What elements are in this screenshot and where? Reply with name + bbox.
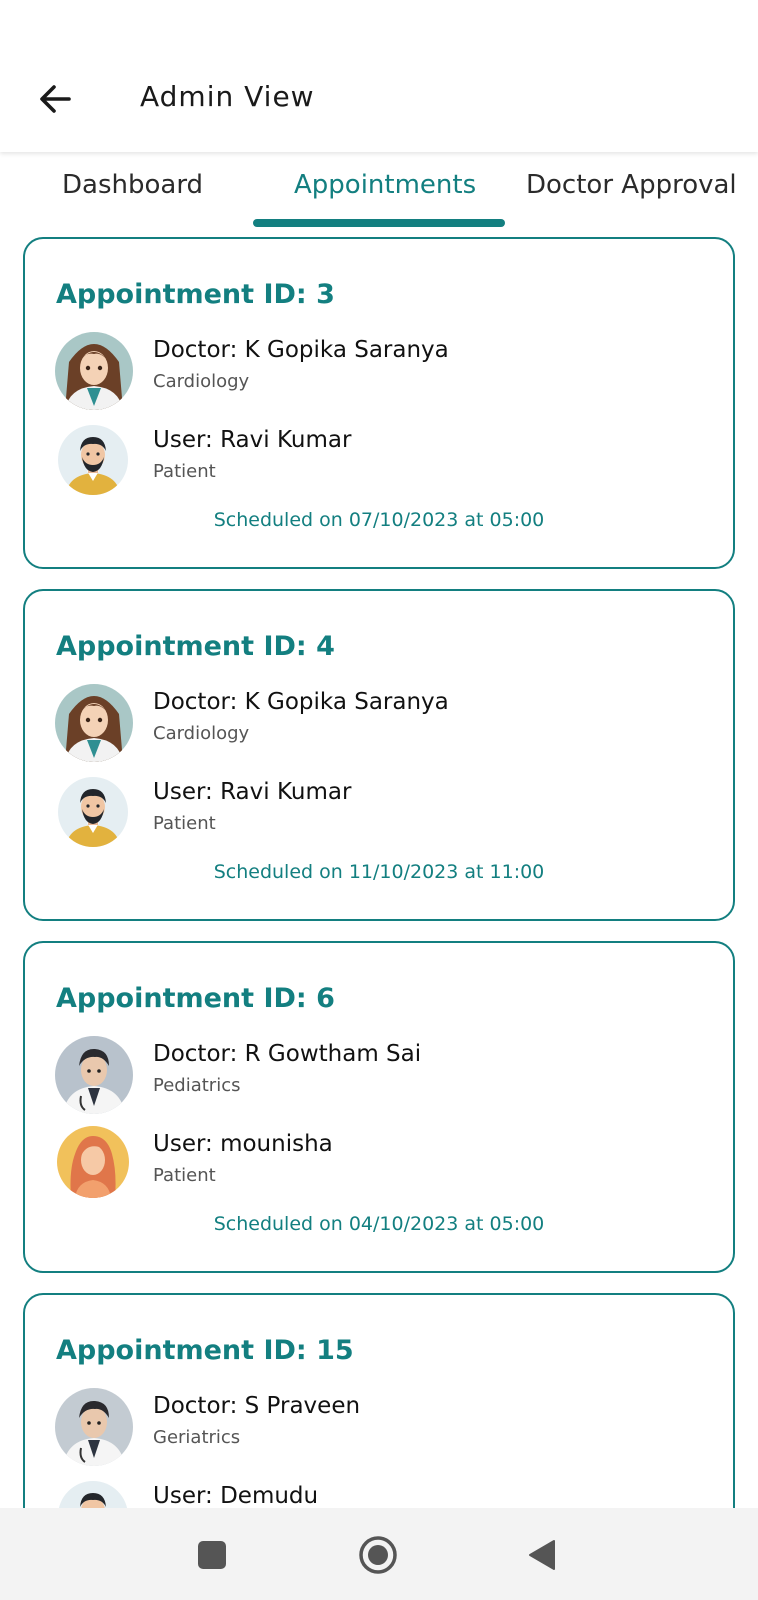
- appointment-card[interactable]: Appointment ID: 15 Doctor: S Praveen Ger…: [23, 1293, 735, 1508]
- user-role: Patient: [153, 1165, 216, 1186]
- triangle-back-icon: [529, 1540, 555, 1570]
- doctor-specialty: Cardiology: [153, 371, 250, 392]
- schedule-text: Scheduled on 04/10/2023 at 05:00: [213, 1213, 545, 1235]
- doctor-avatar: [55, 1388, 133, 1466]
- user-avatar: [57, 1126, 129, 1198]
- user-name: User: Ravi Kumar: [153, 779, 352, 805]
- schedule-text: Scheduled on 11/10/2023 at 11:00: [213, 861, 545, 883]
- appointment-card[interactable]: Appointment ID: 4 Doctor: K Gopika Saran…: [23, 589, 735, 921]
- doctor-name: Doctor: S Praveen: [153, 1393, 361, 1419]
- tab-appointments[interactable]: Appointments: [294, 170, 476, 200]
- doctor-avatar: [55, 684, 133, 762]
- appointment-card[interactable]: Appointment ID: 6 Doctor: R Gowtham Sai …: [23, 941, 735, 1273]
- user-name: User: Ravi Kumar: [153, 427, 352, 453]
- doctor-avatar: [55, 1036, 133, 1114]
- back-nav-button[interactable]: [515, 1528, 569, 1582]
- page-title: Admin View: [140, 80, 315, 113]
- tab-dashboard[interactable]: Dashboard: [62, 170, 203, 200]
- home-button[interactable]: [351, 1528, 405, 1582]
- user-name: User: mounisha: [153, 1131, 333, 1157]
- user-avatar: [58, 1481, 128, 1508]
- home-circle-icon: [359, 1536, 397, 1574]
- user-name: User: Demudu: [153, 1483, 319, 1508]
- appointment-id: Appointment ID: 4: [56, 631, 335, 662]
- appointment-card[interactable]: Appointment ID: 3 Doctor: K Gopika Saran…: [23, 237, 735, 569]
- active-tab-indicator: [253, 219, 505, 227]
- app-bar: Admin View: [0, 0, 758, 152]
- user-role: Patient: [153, 813, 216, 834]
- square-icon: [198, 1541, 226, 1569]
- tab-doctor-approval[interactable]: Doctor Approval: [526, 170, 737, 200]
- doctor-name: Doctor: K Gopika Saranya: [153, 689, 449, 715]
- doctor-specialty: Cardiology: [153, 723, 250, 744]
- system-nav-bar: [0, 1508, 758, 1600]
- tab-bar: Dashboard Appointments Doctor Approval: [0, 152, 758, 228]
- doctor-name: Doctor: R Gowtham Sai: [153, 1041, 422, 1067]
- appointment-id: Appointment ID: 3: [56, 279, 335, 310]
- back-button[interactable]: [28, 72, 82, 126]
- schedule-text: Scheduled on 07/10/2023 at 05:00: [213, 509, 545, 531]
- doctor-avatar: [55, 332, 133, 410]
- user-role: Patient: [153, 461, 216, 482]
- doctor-specialty: Geriatrics: [153, 1427, 241, 1448]
- doctor-specialty: Pediatrics: [153, 1075, 241, 1096]
- appointment-id: Appointment ID: 15: [56, 1335, 354, 1366]
- recents-button[interactable]: [185, 1528, 239, 1582]
- doctor-name: Doctor: K Gopika Saranya: [153, 337, 449, 363]
- arrow-left-icon: [40, 85, 71, 113]
- user-avatar: [58, 777, 128, 847]
- user-avatar: [58, 425, 128, 495]
- appointment-id: Appointment ID: 6: [56, 983, 335, 1014]
- appointment-list[interactable]: Appointment ID: 3 Doctor: K Gopika Saran…: [0, 228, 758, 1508]
